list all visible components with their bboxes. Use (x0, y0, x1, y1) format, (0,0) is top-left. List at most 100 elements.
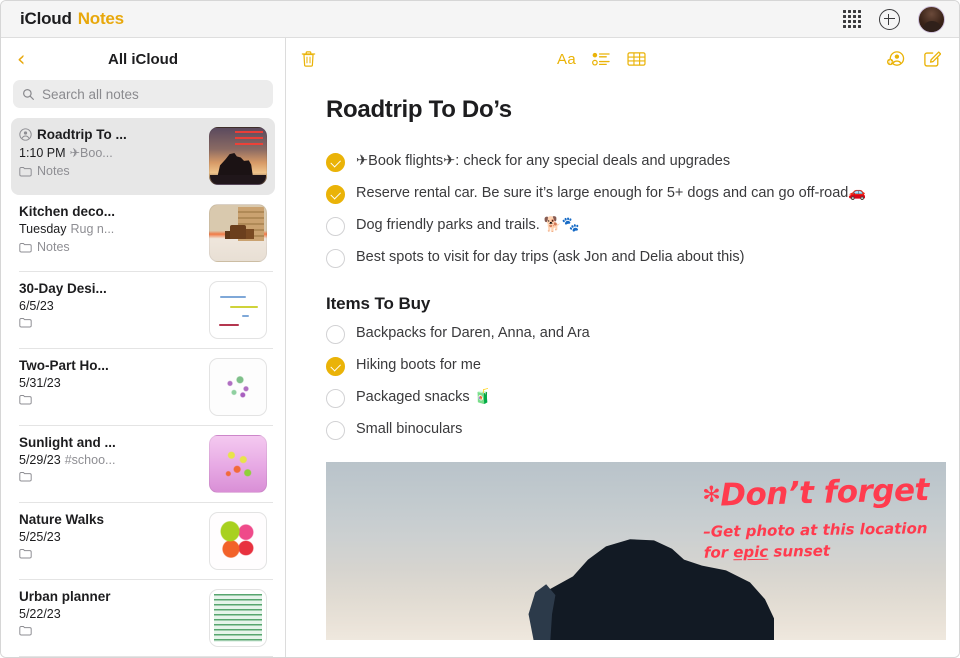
checklist-item-label: Best spots to visit for day trips (ask J… (356, 248, 744, 268)
note-thumbnail (209, 204, 267, 262)
checklist-item[interactable]: Hiking boots for me (326, 356, 919, 376)
folder-icon (19, 242, 32, 253)
list-item[interactable]: Sunlight and ... 5/29/23 #schoo... (11, 426, 275, 503)
note-title-line: Nature Walks (19, 512, 199, 527)
checklist-item[interactable]: Backpacks for Daren, Anna, and Ara (326, 324, 919, 344)
checklist-item-label: Packaged snacks 🧃 (356, 388, 492, 408)
compose-icon[interactable] (923, 50, 941, 68)
note-date: 1:10 PM (19, 146, 66, 160)
toolbar-center: Aa (317, 51, 886, 68)
note-date: 6/5/23 (19, 299, 54, 313)
checklist-item-label: ✈︎Book flights✈︎: check for any special … (356, 152, 730, 172)
note-date: 5/22/23 (19, 607, 61, 621)
checklist-item[interactable]: ✈︎Book flights✈︎: check for any special … (326, 152, 919, 172)
embedded-photo[interactable]: ✻Don’t forget –Get photo at this locatio… (326, 462, 946, 640)
editor-scroll-area[interactable]: Roadtrip To Do’s ✈︎Book flights✈︎: check… (286, 80, 959, 657)
note-title: Two-Part Ho... (19, 358, 109, 373)
checklist-item[interactable]: Packaged snacks 🧃 (326, 388, 919, 408)
icloud-notes-window: iCloud Notes ‹ All iCloud (0, 0, 960, 658)
note-date: 5/31/23 (19, 376, 61, 390)
add-collaborator-icon[interactable] (886, 50, 905, 68)
note-main: Roadtrip To ... 1:10 PM ✈︎Boo... Notes (19, 127, 199, 178)
top-chrome-bar: iCloud Notes (1, 1, 959, 38)
list-item[interactable]: Nature Walks 5/25/23 (11, 503, 275, 580)
toolbar-right (886, 50, 941, 68)
body-split: ‹ All iCloud Search all notes (1, 38, 959, 657)
search-input[interactable]: Search all notes (13, 80, 273, 108)
back-chevron-icon[interactable]: ‹ (13, 49, 29, 70)
notes-list[interactable]: Roadtrip To ... 1:10 PM ✈︎Boo... Notes (1, 118, 285, 657)
note-title-line: Urban planner (19, 589, 199, 604)
checkbox-unchecked-icon[interactable] (326, 421, 345, 440)
note-folder-name: Notes (37, 240, 70, 254)
note-thumbnail (209, 512, 267, 570)
note-title: Sunlight and ... (19, 435, 116, 450)
checkbox-unchecked-icon[interactable] (326, 389, 345, 408)
checkbox-unchecked-icon[interactable] (326, 217, 345, 236)
checkbox-unchecked-icon[interactable] (326, 249, 345, 268)
list-item[interactable]: Urban planner 5/22/23 (11, 580, 275, 657)
toolbar-left (300, 50, 317, 68)
checkbox-checked-icon[interactable] (326, 357, 345, 376)
list-item[interactable]: 30-Day Desi... 6/5/23 (11, 272, 275, 349)
note-preview: ✈︎Boo... (70, 145, 113, 160)
checkbox-checked-icon[interactable] (326, 185, 345, 204)
folder-icon (19, 625, 32, 636)
note-title: Kitchen deco... (19, 204, 115, 219)
sidebar-header: ‹ All iCloud (1, 38, 285, 80)
folder-icon (19, 394, 32, 405)
sidebar-title: All iCloud (1, 51, 285, 68)
note-meta: 5/22/23 (19, 607, 199, 621)
checklist-item[interactable]: Dog friendly parks and trails. 🐕🐾 (326, 216, 919, 236)
note-meta: Tuesday Rug n... (19, 222, 199, 236)
handwriting-line-1: –Get photo at this location (704, 519, 931, 541)
checklist-item-label: Small binoculars (356, 420, 462, 440)
table-icon[interactable] (627, 51, 646, 67)
note-thumbnail (209, 358, 267, 416)
shared-note-icon (19, 128, 32, 141)
note-main: Urban planner 5/22/23 (19, 589, 199, 636)
folder-icon (19, 166, 32, 177)
apps-grid-icon[interactable] (843, 10, 861, 28)
user-avatar[interactable] (918, 6, 945, 33)
checkbox-checked-icon[interactable] (326, 153, 345, 172)
note-editor: Aa (286, 38, 959, 657)
note-title-line: 30-Day Desi... (19, 281, 199, 296)
star-glyph-icon: ✻ (702, 483, 721, 508)
list-item[interactable]: Roadtrip To ... 1:10 PM ✈︎Boo... Notes (11, 118, 275, 195)
note-main: Sunlight and ... 5/29/23 #schoo... (19, 435, 199, 482)
format-text-button[interactable]: Aa (557, 51, 576, 68)
add-circle-icon[interactable] (879, 9, 900, 30)
note-meta: 5/25/23 (19, 530, 199, 544)
note-date: 5/29/23 (19, 453, 61, 467)
note-main: Kitchen deco... Tuesday Rug n... Notes (19, 204, 199, 254)
handwriting-title-line: ✻Don’t forget (702, 475, 929, 512)
checklist-icon[interactable] (592, 51, 611, 67)
checkbox-unchecked-icon[interactable] (326, 325, 345, 344)
handwriting-line-2: for epic sunset (704, 540, 931, 562)
note-folder-line (19, 548, 199, 559)
note-folder-line: Notes (19, 164, 199, 178)
note-folder-name: Notes (37, 164, 70, 178)
note-title: 30-Day Desi... (19, 281, 107, 296)
handwriting-line2-underlined: epic (734, 543, 769, 562)
note-title: Nature Walks (19, 512, 104, 527)
brand-app-label: Notes (78, 9, 124, 29)
note-preview: #schoo... (65, 453, 116, 467)
checklist-item[interactable]: Small binoculars (326, 420, 919, 440)
checklist-item[interactable]: Reserve rental car. Be sure it’s large e… (326, 184, 919, 204)
checklist-item[interactable]: Best spots to visit for day trips (ask J… (326, 248, 919, 268)
note-main: 30-Day Desi... 6/5/23 (19, 281, 199, 328)
note-content: Roadtrip To Do’s ✈︎Book flights✈︎: check… (286, 80, 959, 640)
trash-icon[interactable] (300, 50, 317, 68)
note-thumbnail (209, 435, 267, 493)
section-heading: Items To Buy (326, 294, 919, 314)
note-title-line: Sunlight and ... (19, 435, 199, 450)
page-title: Roadtrip To Do’s (326, 96, 919, 124)
list-item[interactable]: Two-Part Ho... 5/31/23 (11, 349, 275, 426)
list-item[interactable]: Kitchen deco... Tuesday Rug n... Notes (11, 195, 275, 272)
top-actions (843, 6, 945, 33)
search-icon (22, 88, 35, 101)
note-meta: 6/5/23 (19, 299, 199, 313)
note-thumbnail (209, 281, 267, 339)
